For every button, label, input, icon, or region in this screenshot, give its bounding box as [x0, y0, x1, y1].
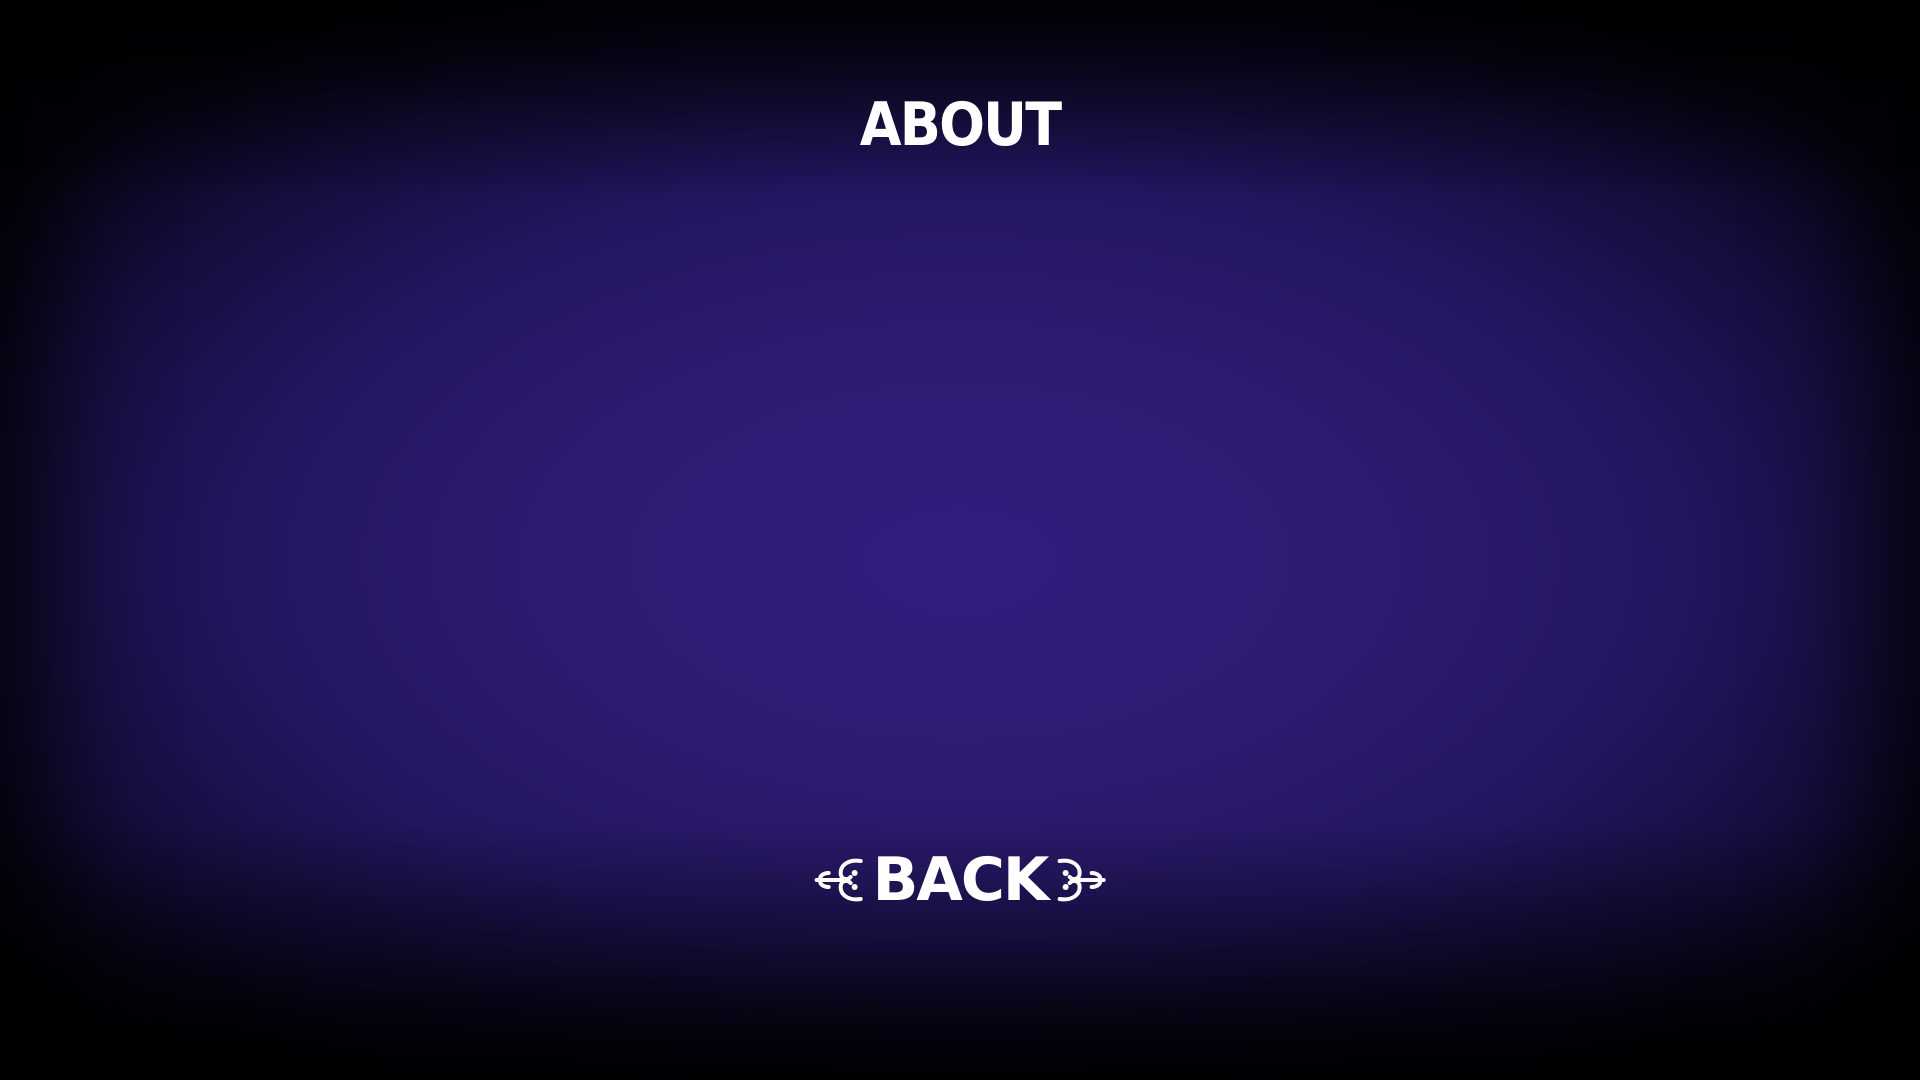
back-label: BACK [872, 845, 1050, 915]
flourish-left-icon [814, 858, 863, 902]
flourish-right-icon [1057, 858, 1106, 902]
about-screen: ABOUT BACK [0, 0, 1920, 1080]
back-button[interactable]: BACK [811, 842, 1110, 918]
vignette [0, 0, 1920, 1080]
page-title: ABOUT [859, 90, 1062, 160]
